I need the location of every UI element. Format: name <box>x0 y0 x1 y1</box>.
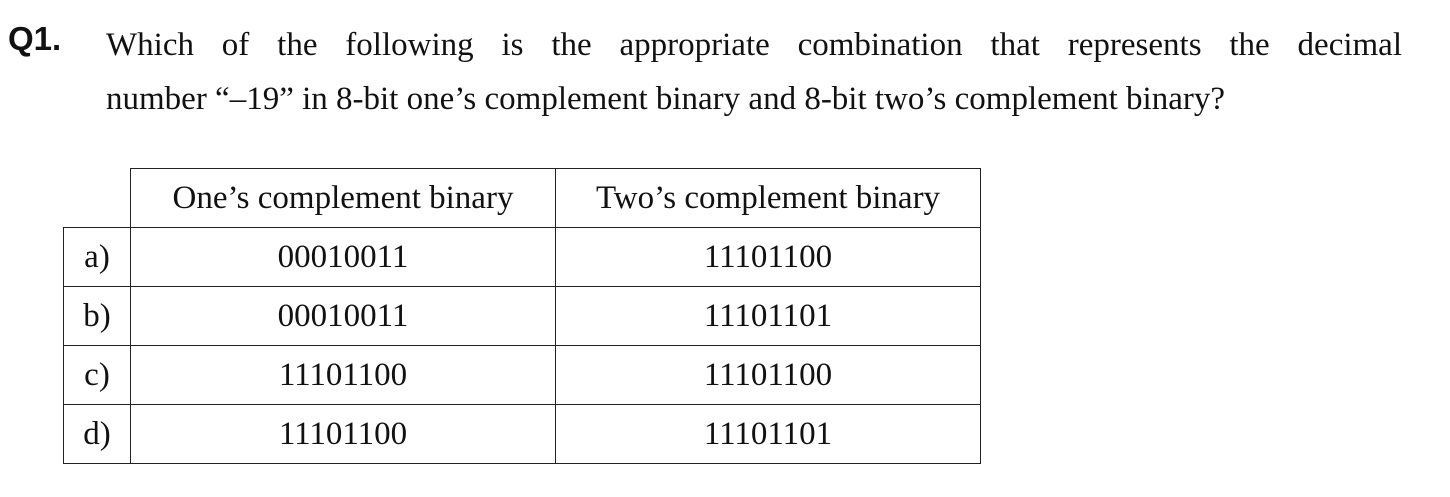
ones-complement-value: 00010011 <box>130 286 556 346</box>
option-label: a) <box>63 227 131 287</box>
twos-complement-value: 11101101 <box>555 404 981 464</box>
twos-complement-value: 11101100 <box>555 227 981 287</box>
answer-table: One’s complement binary Two’s complement… <box>63 168 981 464</box>
table-row: d) 11101100 11101101 <box>63 404 981 464</box>
table-row: b) 00010011 11101101 <box>63 286 981 346</box>
question-text: Which of the following is the appropriat… <box>106 18 1402 126</box>
ones-complement-value: 11101100 <box>130 404 556 464</box>
question-number: Q1. <box>8 20 62 57</box>
table-row: c) 11101100 11101100 <box>63 345 981 405</box>
ones-complement-value: 00010011 <box>130 227 556 287</box>
header-twos-complement: Two’s complement binary <box>555 168 981 228</box>
header-blank-cell <box>63 168 131 228</box>
twos-complement-value: 11101100 <box>555 345 981 405</box>
header-ones-complement: One’s complement binary <box>130 168 556 228</box>
twos-complement-value: 11101101 <box>555 286 981 346</box>
option-label: d) <box>63 404 131 464</box>
option-label: c) <box>63 345 131 405</box>
option-label: b) <box>63 286 131 346</box>
question-text-line-1: Which of the following is the appropriat… <box>106 27 1402 63</box>
question-text-line-2: number “–19” in 8-bit one’s complement b… <box>106 81 1225 117</box>
table-row: a) 00010011 11101100 <box>63 227 981 287</box>
ones-complement-value: 11101100 <box>130 345 556 405</box>
table-header-row: One’s complement binary Two’s complement… <box>63 168 981 228</box>
